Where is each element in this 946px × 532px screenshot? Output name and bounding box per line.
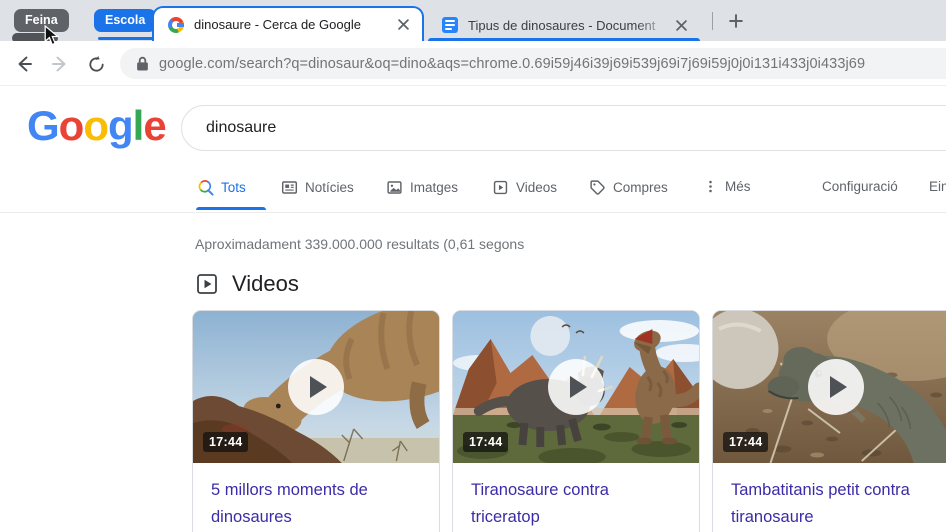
tab-separator [712,12,713,30]
tab-label: Notícies [305,180,354,195]
news-icon [281,181,298,194]
video-card[interactable]: 17:44 Tiranosaure contra triceratop [452,310,700,532]
video-card[interactable]: 17:44 Tambatitanis petit contra tiranosa… [712,310,946,532]
video-thumbnail-carnotaurus[interactable]: 17:44 [193,311,439,463]
tab-group-escola[interactable]: Escola [94,9,157,32]
tab-strip: Feina Escola dinosaure - Cerca de Google… [0,0,946,46]
videos-section-icon [197,274,217,294]
tab-group-feina[interactable]: Feina [14,9,69,32]
video-title-link[interactable]: Tambatitanis petit contra tiranosaure [713,463,946,532]
back-button[interactable] [12,52,36,76]
active-tab-underline [196,207,266,210]
tools-link[interactable]: Eines [929,179,946,194]
forward-button[interactable] [48,52,72,76]
google-docs-icon [442,17,458,33]
video-carousel: 17:44 5 millors moments de dinosaures 17… [192,310,946,532]
google-logo[interactable]: Google [27,103,167,149]
search-query-text: dinosaure [206,119,277,136]
new-tab-button[interactable] [723,8,749,34]
google-favicon-icon [168,16,184,33]
play-button-icon[interactable] [288,359,344,415]
video-title-link[interactable]: Tiranosaure contra triceratop [453,463,699,532]
tab-title: Tipus de dinosaures - Document [468,17,656,33]
address-bar[interactable]: google.com/search?q=dinosaur&oq=dino&aqs… [120,48,946,79]
videos-section-heading: Videos [195,271,299,297]
tab-videos[interactable]: Videos [492,179,557,196]
tab-noticies[interactable]: Notícies [281,179,354,196]
more-dots-icon [709,180,712,193]
mouse-cursor-icon [44,25,59,46]
videos-section-title: Videos [232,271,299,296]
video-thumbnail-trex-triceratops[interactable]: 17:44 [453,311,699,463]
tab-label: Tots [221,180,246,195]
tab-docs[interactable]: Tipus de dinosaures - Document [428,9,700,41]
tab-compres[interactable]: Compres [589,179,668,196]
tab-label: Videos [516,180,558,195]
video-duration-badge: 17:44 [463,432,509,452]
close-tab-icon[interactable] [395,16,412,33]
reload-button[interactable] [84,52,108,76]
results-stats: Aproximadament 339.000.000 resultats (0,… [195,236,525,252]
tab-mes[interactable]: Més [703,179,751,194]
video-thumbnail-baby-sauropod[interactable]: 17:44 [713,311,946,463]
tools-label: Eines [929,179,946,194]
tab-label: Més [725,179,751,194]
settings-label: Configuració [822,179,898,194]
search-icon [198,180,214,196]
video-icon [493,180,508,195]
close-tab-icon[interactable] [673,17,690,34]
browser-window: Feina Escola dinosaure - Cerca de Google… [0,0,946,532]
tab-google-search[interactable]: dinosaure - Cerca de Google [152,6,424,41]
settings-link[interactable]: Configuració [822,179,898,194]
video-card[interactable]: 17:44 5 millors moments de dinosaures [192,310,440,532]
lock-icon [137,56,148,71]
images-icon [387,181,402,194]
tab-tots[interactable]: Tots [197,179,246,196]
tab-label: Imatges [410,180,459,195]
tab-label: Compres [613,180,668,195]
video-duration-badge: 17:44 [203,432,249,452]
play-button-icon[interactable] [808,359,864,415]
nav-divider [0,212,946,213]
shopping-tag-icon [590,180,605,195]
tab-group-escola-line [98,37,154,40]
video-title-link[interactable]: 5 millors moments de dinosaures [193,463,439,532]
browser-toolbar: google.com/search?q=dinosaur&oq=dino&aqs… [0,41,946,86]
tab-title: dinosaure - Cerca de Google [194,17,361,32]
video-duration-badge: 17:44 [723,432,769,452]
play-button-icon[interactable] [548,359,604,415]
url-text: google.com/search?q=dinosaur&oq=dino&aqs… [159,55,866,72]
tab-imatges[interactable]: Imatges [386,179,458,196]
search-input[interactable]: dinosaure [181,105,946,151]
